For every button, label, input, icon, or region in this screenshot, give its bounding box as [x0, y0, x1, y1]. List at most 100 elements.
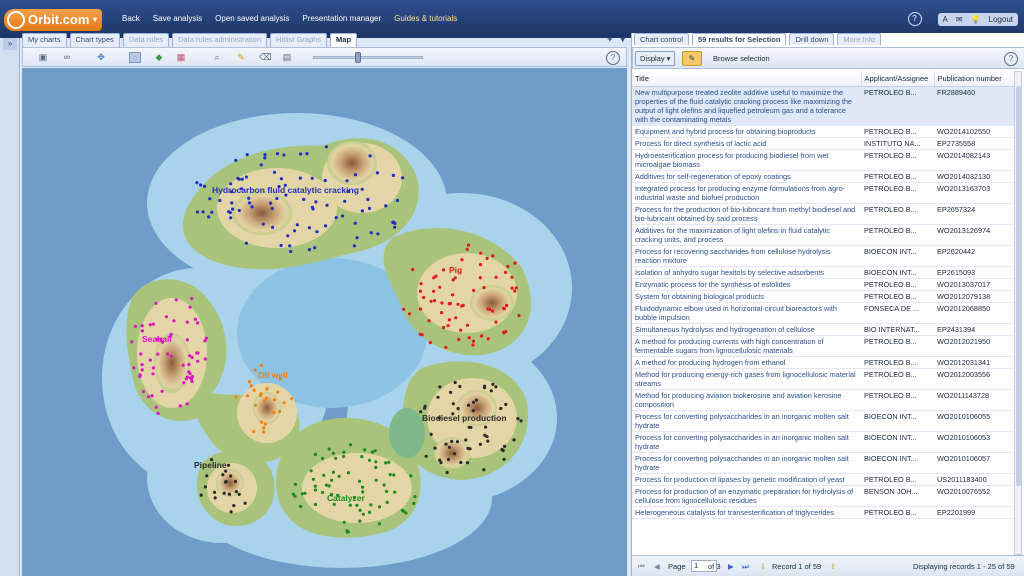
patent-dot[interactable] [293, 229, 297, 233]
patent-dot[interactable] [325, 203, 329, 207]
patent-dot[interactable] [229, 216, 233, 220]
menu-save-analysis[interactable]: Save analysis [153, 14, 202, 23]
patent-dot[interactable] [189, 377, 194, 381]
patent-dot[interactable] [413, 495, 417, 499]
patent-dot[interactable] [208, 197, 212, 201]
patent-dot[interactable] [190, 297, 194, 301]
patent-dot[interactable] [502, 457, 506, 461]
patent-dot[interactable] [314, 200, 318, 204]
bulb-icon[interactable]: 💡 [971, 15, 981, 24]
patent-dot[interactable] [139, 352, 143, 356]
patent-dot[interactable] [199, 183, 203, 187]
patent-dot[interactable] [349, 443, 353, 447]
tab-chart-control[interactable]: Chart control [634, 33, 689, 45]
tab-menu-icon[interactable]: ▾ [620, 34, 625, 45]
table-row[interactable]: Process for recovering saccharides from … [632, 245, 1015, 267]
patent-dot[interactable] [353, 173, 358, 177]
patent-dot[interactable] [393, 490, 397, 494]
patent-dot[interactable] [363, 448, 367, 452]
patent-dot[interactable] [361, 512, 365, 516]
patent-dot[interactable] [391, 173, 395, 177]
patent-dot[interactable] [321, 456, 325, 461]
patent-dot[interactable] [141, 390, 146, 394]
patent-dot[interactable] [263, 156, 267, 160]
patent-dot[interactable] [370, 450, 374, 454]
patent-dot[interactable] [331, 451, 335, 455]
col-applicant[interactable]: Applicant/Assignee [861, 71, 935, 87]
patent-dot[interactable] [457, 337, 461, 342]
table-row[interactable]: A method for producing currents with hig… [632, 335, 1015, 357]
patent-dot[interactable] [185, 338, 189, 342]
patent-dot[interactable] [392, 473, 396, 477]
patent-dot[interactable] [130, 340, 134, 344]
patent-dot[interactable] [486, 337, 490, 341]
patent-dot[interactable] [474, 398, 478, 402]
patent-dot[interactable] [188, 372, 192, 376]
patent-dot[interactable] [433, 299, 437, 303]
patent-dot[interactable] [237, 208, 241, 213]
zoom-slider[interactable] [313, 56, 423, 59]
patent-dot[interactable] [489, 389, 493, 393]
patent-dot[interactable] [480, 334, 484, 338]
table-row[interactable]: Enzymatic process for the synthesis of e… [632, 278, 1015, 291]
selection-tool-icon[interactable]: ✎ [682, 51, 702, 66]
patent-dot[interactable] [513, 261, 517, 265]
patent-dot[interactable] [188, 305, 192, 309]
patent-dot[interactable] [140, 324, 144, 328]
patent-dot[interactable] [374, 465, 378, 469]
help-icon[interactable]: ? [907, 12, 922, 26]
patent-dot[interactable] [237, 492, 241, 496]
patent-dot[interactable] [358, 508, 362, 512]
patent-dot[interactable] [259, 392, 263, 396]
patent-dot[interactable] [366, 197, 370, 202]
patent-dot[interactable] [201, 210, 205, 214]
patent-dot[interactable] [395, 198, 400, 203]
patent-dot[interactable] [514, 286, 518, 290]
table-row[interactable]: Process for direct synthesis of lactic a… [632, 137, 1015, 150]
tab-map[interactable]: Map [330, 33, 358, 47]
patent-dot[interactable] [444, 345, 448, 349]
patent-dot[interactable] [504, 402, 508, 406]
map-label-pipeline[interactable]: Pipeline [194, 460, 227, 470]
patent-dot[interactable] [478, 276, 482, 280]
patent-dot[interactable] [374, 478, 378, 482]
tab-data-rules[interactable]: Data rules [122, 33, 170, 47]
patent-dot[interactable] [270, 206, 274, 210]
patent-dot[interactable] [262, 430, 266, 434]
patent-dot[interactable] [140, 368, 144, 372]
map-label-oil-well[interactable]: Oil well [258, 370, 288, 380]
patent-dot[interactable] [193, 317, 197, 321]
patent-dot[interactable] [385, 500, 389, 504]
patent-dot[interactable] [133, 324, 137, 329]
patent-dot[interactable] [324, 224, 328, 228]
patent-dot[interactable] [288, 244, 292, 248]
patent-dot[interactable] [247, 201, 252, 205]
patent-dot[interactable] [253, 403, 257, 407]
patent-dot[interactable] [203, 485, 207, 489]
patent-dot[interactable] [148, 358, 152, 362]
patent-dot[interactable] [275, 152, 280, 156]
patent-dot[interactable] [222, 491, 226, 495]
patent-dot[interactable] [203, 357, 207, 361]
zoom-slider-thumb[interactable] [355, 52, 361, 63]
patent-dot[interactable] [229, 510, 233, 514]
patent-dot[interactable] [230, 201, 234, 205]
patent-dot[interactable] [240, 177, 244, 181]
patent-dot[interactable] [479, 251, 483, 255]
patent-dot[interactable] [195, 210, 200, 214]
patent-landscape-map[interactable]: Hydrocarbon fluid catalytic cracking Pig… [22, 68, 627, 576]
patent-dot[interactable] [510, 275, 514, 279]
add-tab-icon[interactable]: + [607, 34, 612, 45]
table-row[interactable]: Process for converting polysaccharides i… [632, 410, 1015, 432]
patent-dot[interactable] [282, 401, 286, 405]
patent-dot[interactable] [367, 206, 372, 210]
patent-dot[interactable] [195, 181, 199, 185]
patent-dot[interactable] [265, 396, 269, 401]
patent-dot[interactable] [313, 488, 318, 492]
tab-results-selection[interactable]: 59 results for Selection [691, 33, 787, 45]
patent-dot[interactable] [151, 366, 155, 370]
patent-dot[interactable] [309, 469, 313, 473]
patent-dot[interactable] [272, 170, 277, 174]
patent-dot[interactable] [411, 267, 415, 272]
patent-dot[interactable] [305, 152, 309, 156]
